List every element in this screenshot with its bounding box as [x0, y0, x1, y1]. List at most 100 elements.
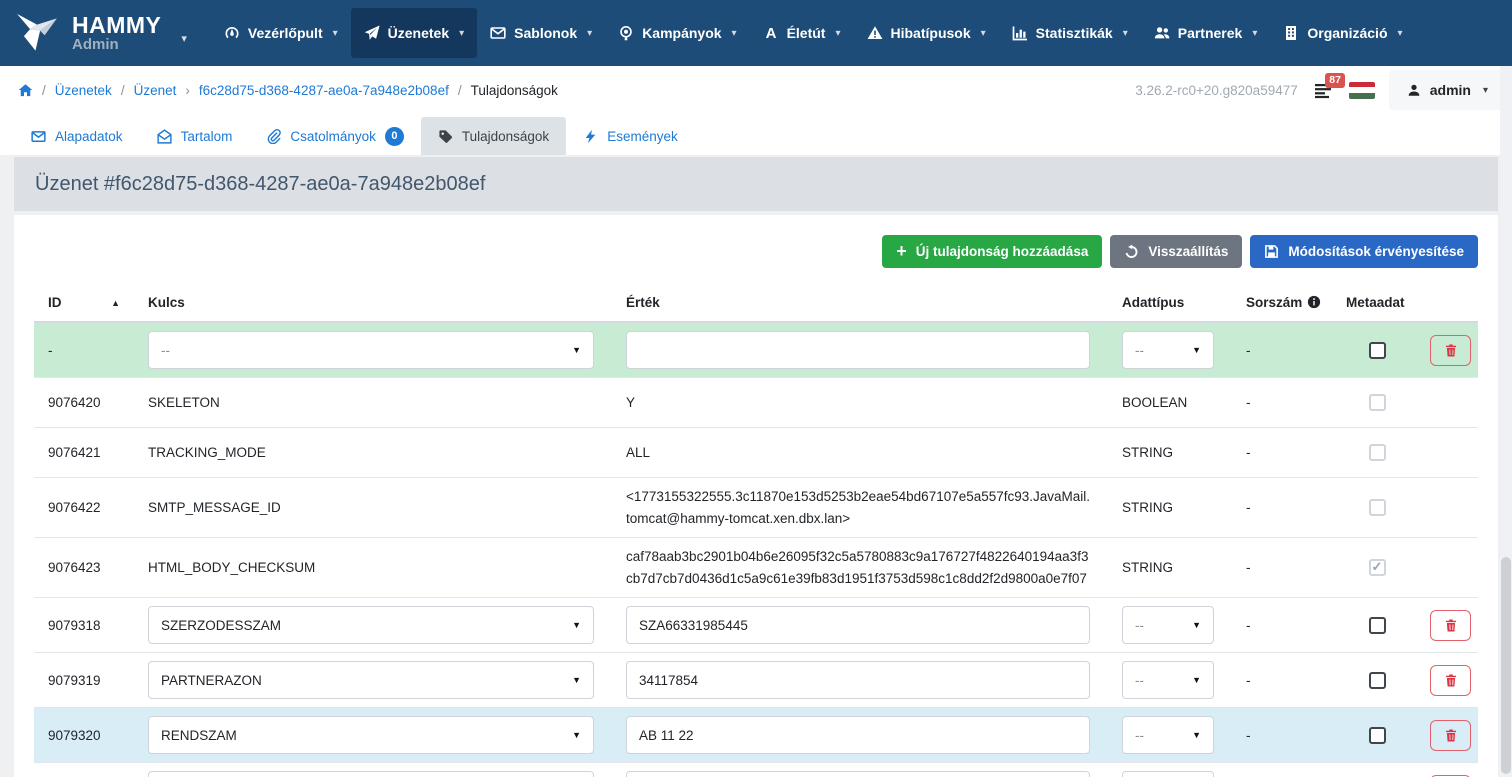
value-input[interactable]	[626, 661, 1090, 699]
hungarian-flag-icon[interactable]	[1349, 82, 1375, 99]
nav-item-uzenetek[interactable]: Üzenetek ▾	[351, 8, 478, 58]
scrollbar-thumb[interactable]	[1501, 557, 1511, 774]
key-select[interactable]: -- ▼	[148, 331, 594, 369]
caret-down-icon: ▼	[1192, 675, 1201, 685]
caret-down-icon: ▼	[572, 675, 581, 685]
chevron-down-icon: ▾	[1252, 28, 1257, 39]
tab-esemenyek[interactable]: Események	[566, 117, 695, 155]
cell-ordinal: -	[1232, 538, 1332, 598]
nav-item-vezerlopult[interactable]: Vezérlőpult ▾	[211, 8, 351, 58]
column-header-metadata[interactable]: Metaadat	[1332, 282, 1422, 322]
brand[interactable]: HAMMY Admin ▾	[14, 12, 187, 54]
delete-row-button[interactable]	[1430, 335, 1471, 366]
table-row: 9079321 STATUS ▼ -- ▼ -	[34, 763, 1478, 777]
trash-icon	[1444, 343, 1458, 358]
nav-item-hibatipusok[interactable]: Hibatípusok ▾	[854, 8, 999, 58]
cell-ordinal: -	[1232, 598, 1332, 653]
notification-badge: 87	[1325, 73, 1346, 88]
tab-label: Csatolmányok	[290, 129, 376, 144]
info-icon	[1307, 295, 1321, 309]
nav-item-sablonok[interactable]: Sablonok ▾	[477, 8, 605, 58]
delete-row-button[interactable]	[1430, 720, 1471, 751]
column-header-ordinal[interactable]: Sorszám	[1232, 282, 1332, 322]
cell-actions	[1422, 598, 1478, 653]
cell-value: <1773155322555.3c11870e153d5253b2eae54bd…	[612, 478, 1108, 538]
reset-button[interactable]: Visszaállítás	[1110, 235, 1242, 268]
nav-item-label: Vezérlőpult	[248, 25, 323, 41]
toolbar: + Új tulajdonság hozzáadása Visszaállítá…	[34, 235, 1478, 268]
cell-ordinal: -	[1232, 428, 1332, 478]
chevron-down-icon: ▾	[333, 28, 338, 39]
nav-item-kampanyok[interactable]: Kampányok ▾	[605, 8, 749, 58]
bolt-icon	[583, 129, 598, 144]
value-input[interactable]	[626, 771, 1090, 777]
breadcrumb-current: Tulajdonságok	[471, 83, 558, 98]
origami-bird-icon	[14, 12, 60, 54]
nav-item-eletut[interactable]: Életút ▾	[750, 8, 854, 58]
key-select[interactable]: STATUS ▼	[148, 771, 594, 777]
caret-down-icon: ▼	[572, 345, 581, 355]
delete-row-button[interactable]	[1430, 610, 1471, 641]
tab-alapadatok[interactable]: Alapadatok	[14, 117, 140, 155]
bar-chart-icon	[1012, 25, 1028, 41]
cell-id: -	[34, 322, 134, 378]
home-icon[interactable]	[18, 83, 33, 98]
cell-value	[612, 653, 1108, 708]
users-icon	[1154, 25, 1170, 41]
key-select[interactable]: RENDSZAM ▼	[148, 716, 594, 754]
cell-metadata	[1332, 428, 1422, 478]
column-header-value[interactable]: Érték	[612, 282, 1108, 322]
value-input[interactable]	[626, 716, 1090, 754]
datatype-select[interactable]: -- ▼	[1122, 771, 1214, 777]
nav-item-partnerek[interactable]: Partnerek ▾	[1141, 8, 1271, 58]
tag-icon	[438, 129, 453, 144]
version-label: 3.26.2-rc0+20.g820a59477	[1135, 83, 1298, 98]
breadcrumb-link-uzenet[interactable]: Üzenet	[134, 83, 177, 98]
top-navbar: HAMMY Admin ▾ Vezérlőpult ▾ Üzenetek ▾ S…	[0, 0, 1512, 66]
cell-value	[612, 598, 1108, 653]
breadcrumb-link-uzenetek[interactable]: Üzenetek	[55, 83, 112, 98]
nav-menu: Vezérlőpult ▾ Üzenetek ▾ Sablonok ▾ Kamp…	[211, 0, 1416, 66]
tab-tartalom[interactable]: Tartalom	[140, 117, 250, 155]
metadata-checkbox[interactable]	[1369, 727, 1386, 744]
vertical-scrollbar[interactable]	[1500, 66, 1512, 777]
tab-label: Alapadatok	[55, 129, 123, 144]
metadata-checkbox[interactable]	[1369, 672, 1386, 689]
add-property-label: Új tulajdonság hozzáadása	[916, 244, 1089, 259]
envelope-icon	[31, 129, 46, 144]
key-select[interactable]: SZERZODESSZAM ▼	[148, 606, 594, 644]
table-row-highlighted: 9079320 RENDSZAM ▼ -- ▼ -	[34, 708, 1478, 763]
column-header-key[interactable]: Kulcs	[134, 282, 612, 322]
datatype-select[interactable]: -- ▼	[1122, 661, 1214, 699]
brand-subtitle: Admin	[72, 37, 161, 53]
chevron-down-icon: ▾	[1483, 85, 1488, 96]
column-header-datatype[interactable]: Adattípus	[1108, 282, 1232, 322]
cell-actions	[1422, 708, 1478, 763]
key-select[interactable]: PARTNERAZON ▼	[148, 661, 594, 699]
column-header-id[interactable]: ID ▲	[34, 282, 134, 322]
datatype-select[interactable]: -- ▼	[1122, 716, 1214, 754]
cell-actions	[1422, 378, 1478, 428]
nav-item-statisztikak[interactable]: Statisztikák ▾	[999, 8, 1141, 58]
metadata-checkbox[interactable]	[1369, 342, 1386, 359]
metadata-checkbox[interactable]	[1369, 617, 1386, 634]
datatype-select[interactable]: -- ▼	[1122, 606, 1214, 644]
user-menu[interactable]: admin ▾	[1389, 70, 1512, 110]
trash-icon	[1444, 618, 1458, 633]
cell-metadata	[1332, 653, 1422, 708]
value-input[interactable]	[626, 331, 1090, 369]
breadcrumb-link-message-id[interactable]: f6c28d75-d368-4287-ae0a-7a948e2b08ef	[199, 83, 449, 98]
properties-table: ID ▲ Kulcs Érték Adattípus Sorszám Metaa…	[34, 282, 1478, 777]
datatype-select[interactable]: -- ▼	[1122, 331, 1214, 369]
message-tabs: Alapadatok Tartalom Csatolmányok 0 Tulaj…	[0, 114, 1512, 155]
delete-row-button[interactable]	[1430, 665, 1471, 696]
reset-label: Visszaállítás	[1148, 244, 1228, 259]
notifications-button[interactable]: 87	[1314, 82, 1333, 99]
add-property-button[interactable]: + Új tulajdonság hozzáadása	[882, 235, 1102, 268]
value-input[interactable]	[626, 606, 1090, 644]
tab-csatolmanyok[interactable]: Csatolmányok 0	[249, 117, 421, 155]
nav-item-label: Organizáció	[1307, 25, 1387, 41]
nav-item-organizacio[interactable]: Organizáció ▾	[1270, 8, 1415, 58]
tab-tulajdonsagok[interactable]: Tulajdonságok	[421, 117, 566, 155]
apply-changes-button[interactable]: Módosítások érvényesítése	[1250, 235, 1478, 268]
